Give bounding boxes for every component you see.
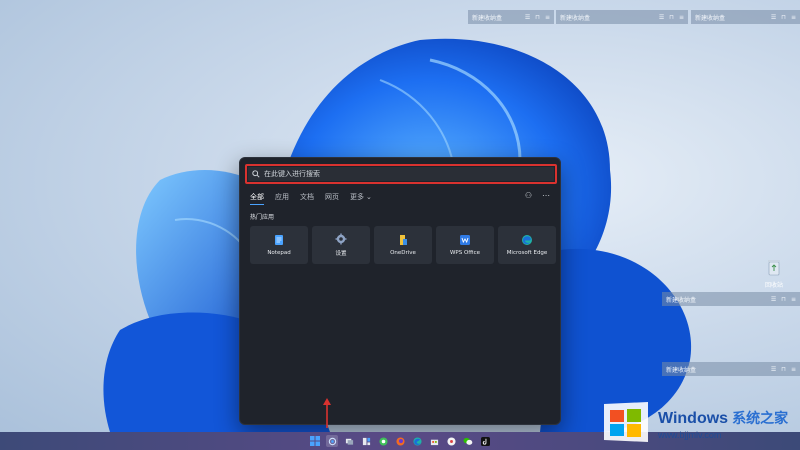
top-apps-row: Notepad 设置 OneDrive WPS Office Microsoft… (250, 226, 556, 264)
fence-list-icon[interactable]: ☰ (659, 14, 664, 21)
fence-3[interactable]: 新建收纳盒 ☰ ⊓ ≡ (691, 10, 800, 24)
chevron-down-icon: ⌄ (366, 193, 372, 201)
watermark-cn: 系统之家 (732, 410, 789, 426)
fence-lock-icon[interactable]: ⊓ (781, 14, 786, 21)
taskbar-task-view[interactable] (343, 435, 355, 447)
fence-list-icon[interactable]: ☰ (771, 296, 776, 303)
taskbar-firefox[interactable] (394, 435, 406, 447)
fence-tools[interactable]: ☰ ⊓ ≡ (771, 296, 796, 303)
task-view-icon (345, 438, 353, 445)
taskbar-edge[interactable] (411, 435, 423, 447)
fence-label: 新建收纳盒 (560, 14, 591, 22)
fence-list-icon[interactable]: ☰ (771, 14, 776, 21)
fence-lock-icon[interactable]: ⊓ (669, 14, 674, 21)
white-app-icon (446, 436, 456, 446)
app-tile-wps-office[interactable]: WPS Office (436, 226, 494, 264)
fence-menu-icon[interactable]: ≡ (791, 296, 796, 303)
fence-lock-icon[interactable]: ⊓ (535, 14, 540, 21)
wps-office-icon (460, 235, 470, 245)
wechat-icon (463, 437, 473, 445)
tab-all[interactable]: 全部 (250, 192, 264, 205)
fence-menu-icon[interactable]: ≡ (679, 14, 684, 21)
fence-menu-icon[interactable]: ≡ (791, 14, 796, 21)
tab-more[interactable]: 更多 ⌄ (350, 192, 372, 205)
account-switch-icon[interactable]: ⚇ (525, 191, 532, 200)
recycle-bin-icon (768, 260, 780, 276)
more-options-icon[interactable]: ⋯ (542, 191, 550, 200)
fence-label: 新建收纳盒 (666, 296, 697, 304)
fence-label: 新建收纳盒 (472, 14, 503, 22)
app-tile-settings[interactable]: 设置 (312, 226, 370, 264)
app-label: Microsoft Edge (506, 250, 548, 256)
search-highlight-box[interactable] (245, 164, 557, 184)
fence-label: 新建收纳盒 (695, 14, 726, 22)
fence-list-icon[interactable]: ☰ (525, 14, 530, 21)
app-label: OneDrive (390, 250, 416, 256)
onedrive-icon (400, 235, 407, 245)
green-app-icon (378, 436, 388, 446)
app-tile-notepad[interactable]: Notepad (250, 226, 308, 264)
search-input[interactable] (264, 167, 554, 181)
fence-tools[interactable]: ☰ ⊓ ≡ (525, 14, 550, 21)
app-tile-onedrive[interactable]: OneDrive (374, 226, 432, 264)
windows-logo-icon (310, 436, 320, 446)
section-title: 热门应用 (250, 214, 275, 221)
tab-web[interactable]: 网页 (325, 192, 339, 205)
watermark-brand: Windows (658, 410, 729, 427)
start-menu[interactable]: 全部 应用 文档 网页 更多 ⌄ ⚇ ⋯ 热门应用 Notepad (239, 157, 561, 425)
tab-apps[interactable]: 应用 (275, 192, 289, 205)
tiktok-icon (480, 436, 490, 446)
fence-1[interactable]: 新建收纳盒 ☰ ⊓ ≡ (468, 10, 554, 24)
store-icon (430, 439, 438, 445)
taskbar-wechat[interactable] (462, 435, 474, 447)
annotation-arrow (323, 398, 331, 428)
fence-lock-icon[interactable]: ⊓ (781, 366, 786, 373)
fence-tools[interactable]: ☰ ⊓ ≡ (771, 14, 796, 21)
recycle-bin[interactable]: 回收站 (758, 258, 790, 289)
app-label: Notepad (267, 250, 291, 256)
firefox-icon (395, 436, 405, 446)
search-icon (252, 170, 260, 178)
app-label: 设置 (335, 251, 347, 257)
widgets-icon (362, 437, 370, 445)
fence-list-icon[interactable]: ☰ (771, 366, 776, 373)
settings-gear-icon (335, 233, 347, 245)
search-icon (328, 437, 336, 445)
tab-more-label: 更多 (350, 193, 364, 201)
taskbar-widgets[interactable] (360, 435, 372, 447)
fence-5[interactable]: 新建收纳盒 ☰ ⊓ ≡ (662, 362, 800, 376)
tab-documents[interactable]: 文档 (300, 192, 314, 205)
fence-lock-icon[interactable]: ⊓ (781, 296, 786, 303)
app-tile-edge[interactable]: Microsoft Edge (498, 226, 556, 264)
watermark-url: www.bjjmlv.com (658, 430, 722, 440)
taskbar-store[interactable] (428, 435, 440, 447)
taskbar-app-green[interactable] (377, 435, 389, 447)
recycle-bin-label: 回收站 (764, 282, 783, 289)
notepad-icon (275, 235, 283, 245)
fence-label: 新建收纳盒 (666, 366, 697, 374)
fence-tools[interactable]: ☰ ⊓ ≡ (659, 14, 684, 21)
fence-tools[interactable]: ☰ ⊓ ≡ (771, 366, 796, 373)
taskbar-start-button[interactable] (309, 435, 321, 447)
search-header-tools: ⚇ ⋯ (525, 191, 550, 200)
fence-2[interactable]: 新建收纳盒 ☰ ⊓ ≡ (556, 10, 688, 24)
app-label: WPS Office (449, 250, 481, 256)
taskbar-app-white[interactable] (445, 435, 457, 447)
fence-menu-icon[interactable]: ≡ (791, 366, 796, 373)
taskbar-search-button[interactable] (326, 435, 338, 447)
watermark-title: Windows 系统之家 (658, 408, 788, 428)
taskbar-tiktok[interactable] (479, 435, 491, 447)
edge-icon (412, 436, 422, 446)
search-bar[interactable] (248, 167, 554, 181)
fence-4[interactable]: 新建收纳盒 ☰ ⊓ ≡ (662, 292, 800, 306)
edge-icon (522, 235, 532, 245)
fence-menu-icon[interactable]: ≡ (545, 14, 550, 21)
search-tabs: 全部 应用 文档 网页 更多 ⌄ (250, 192, 372, 205)
